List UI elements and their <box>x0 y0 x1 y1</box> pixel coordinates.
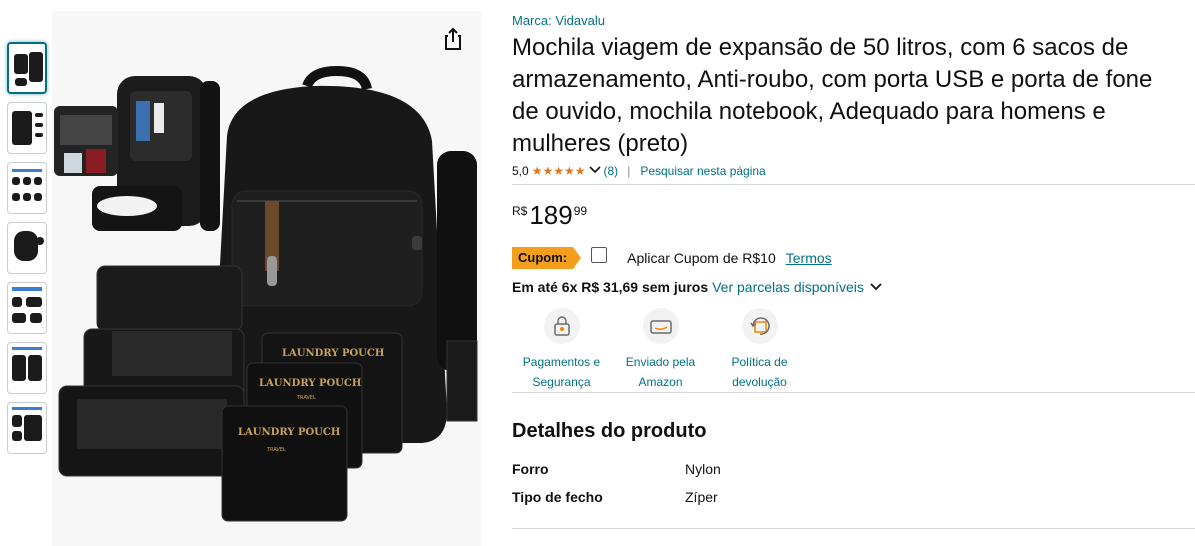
separator: | <box>627 164 631 178</box>
brand-link[interactable]: Marca: Vidavalu <box>512 13 605 28</box>
thumbnail-6[interactable] <box>7 342 47 394</box>
coupon-checkbox[interactable] <box>591 247 608 263</box>
thumbnail-3[interactable] <box>7 162 47 214</box>
pouch-sub-3: TRAVEL <box>266 447 286 453</box>
detail-row: Tipo de fecho Zíper <box>512 489 718 505</box>
feature-payment-security[interactable]: Pagamentos e Segurança <box>512 308 611 392</box>
feature-label-line1: Pagamentos e <box>522 355 601 369</box>
feature-label-line2: devolução <box>732 375 787 389</box>
coupon-terms-link[interactable]: Termos <box>786 250 832 266</box>
feature-label-line2: Segurança <box>532 375 591 389</box>
search-page-link[interactable]: Pesquisar nesta página <box>640 164 765 178</box>
delivery-truck-icon <box>642 308 679 344</box>
price-whole: 189 <box>529 200 573 230</box>
coupon-badge: Cupom: <box>512 247 582 269</box>
star-icon: ★ <box>563 164 575 178</box>
detail-row: Forro Nylon <box>512 461 721 477</box>
feature-label-line1: Política de <box>731 355 788 369</box>
price-fraction: 99 <box>573 204 588 218</box>
pouch-label-2: LAUNDRY POUCH <box>259 378 361 389</box>
feature-label-line2: Amazon <box>638 375 683 389</box>
product-details-title: Detalhes do produto <box>512 420 707 442</box>
pouch-sub-2: TRAVEL <box>296 395 316 401</box>
star-icon: ★ <box>531 164 543 178</box>
return-policy-icon <box>741 308 778 344</box>
feature-return-policy[interactable]: Política de devolução <box>710 308 809 392</box>
thumbnail-1[interactable] <box>7 42 47 94</box>
divider <box>512 528 1195 529</box>
coupon-apply-label[interactable]: Aplicar Cupom de R$10 <box>627 250 776 266</box>
thumbnail-4[interactable] <box>7 222 47 274</box>
chevron-down-icon[interactable] <box>869 279 883 295</box>
payment-security-icon <box>543 308 580 344</box>
chevron-down-icon[interactable] <box>588 164 601 178</box>
star-icon: ★ <box>542 164 554 178</box>
star-icon: ★ <box>553 164 564 178</box>
rating-stars[interactable]: ★ ★ ★ ★ ★ <box>532 165 586 177</box>
rating-count-link[interactable]: (8) <box>604 164 619 178</box>
thumbnail-2[interactable] <box>7 102 47 154</box>
product-main-image[interactable]: LAUNDRY POUCH LAUNDRY POUCH TRAVEL LAUND… <box>52 11 481 546</box>
rating-row: 5,0 ★ ★ ★ ★ ★ (8) | Pesquisar nesta pági… <box>512 163 766 179</box>
detail-value: Zíper <box>685 489 718 505</box>
share-icon[interactable] <box>439 25 467 53</box>
pouch-label-1: LAUNDRY POUCH <box>282 348 384 359</box>
feature-label-line1: Enviado pela <box>625 355 696 369</box>
star-icon: ★ <box>574 164 586 178</box>
price-currency: R$ <box>512 204 528 218</box>
product-title: Mochila viagem de expansão de 50 litros,… <box>512 34 1153 157</box>
detail-value: Nylon <box>685 461 721 477</box>
price: R$ 189 99 <box>512 200 587 230</box>
feature-icons: Pagamentos e Segurança Enviado pela Amaz… <box>512 308 809 392</box>
installments-text: Em até 6x R$ 31,69 sem juros <box>512 279 709 295</box>
thumbnail-list <box>7 42 47 462</box>
pouch-label-3: LAUNDRY POUCH <box>238 427 340 438</box>
thumbnail-5[interactable] <box>7 282 47 334</box>
installments-link[interactable]: Ver parcelas disponíveis <box>712 279 864 295</box>
backpack-illustration: LAUNDRY POUCH LAUNDRY POUCH TRAVEL LAUND… <box>54 65 478 522</box>
divider <box>512 184 1195 185</box>
feature-shipped-by-amazon[interactable]: Enviado pela Amazon <box>611 308 710 392</box>
detail-key: Forro <box>512 461 549 477</box>
detail-key: Tipo de fecho <box>512 489 603 505</box>
thumbnail-7[interactable] <box>7 402 47 454</box>
divider <box>512 392 1195 393</box>
coupon-row: Cupom: Aplicar Cupom de R$10 Termos <box>512 246 832 270</box>
rating-value: 5,0 <box>512 164 529 178</box>
installments-row: Em até 6x R$ 31,69 sem juros Ver parcela… <box>512 279 883 295</box>
